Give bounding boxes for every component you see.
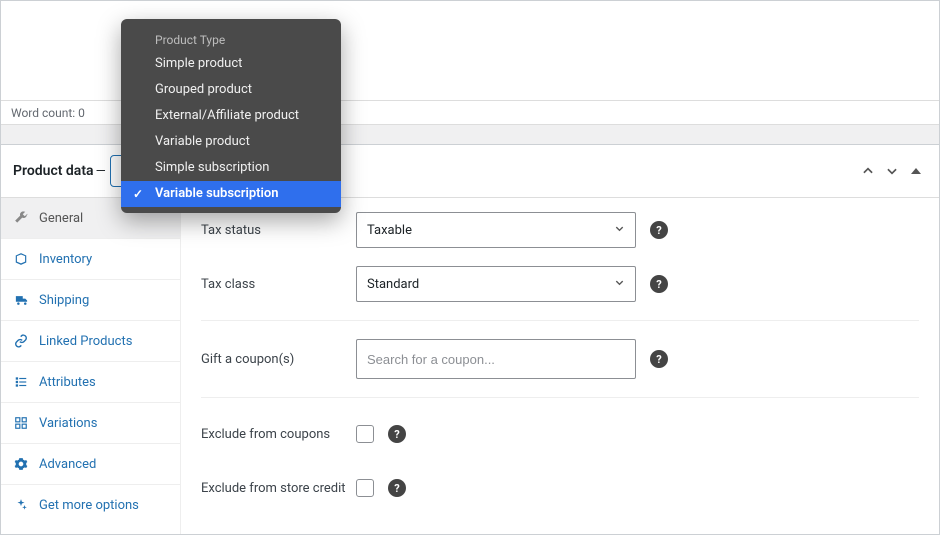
tab-shipping[interactable]: Shipping <box>1 280 180 321</box>
check-icon: ✓ <box>133 185 143 203</box>
tab-label: Variations <box>39 416 97 431</box>
panel-move-down-button[interactable] <box>881 160 903 182</box>
exclude-coupons-checkbox[interactable] <box>356 425 374 443</box>
tab-label: Linked Products <box>39 334 132 349</box>
product-type-option[interactable]: Variable product <box>121 129 341 155</box>
tab-label: Advanced <box>39 457 96 472</box>
option-label: Simple product <box>155 56 242 71</box>
chevron-down-icon <box>614 277 625 291</box>
help-icon[interactable]: ? <box>388 479 406 497</box>
tax-status-label: Tax status <box>201 223 356 238</box>
link-icon <box>13 333 29 349</box>
tax-class-label: Tax class <box>201 277 356 292</box>
dropdown-group-label: Product Type <box>121 27 341 51</box>
help-icon[interactable]: ? <box>650 275 668 293</box>
tax-status-value: Taxable <box>367 223 412 238</box>
tab-label: Shipping <box>39 293 89 308</box>
caret-up-icon <box>910 165 922 177</box>
tab-linked-products[interactable]: Linked Products <box>1 321 180 362</box>
product-data-tabs: General Inventory Shipping Linked Produc… <box>1 198 181 534</box>
product-type-option[interactable]: Simple product <box>121 51 341 77</box>
option-label: External/Affiliate product <box>155 108 299 123</box>
chevron-up-icon <box>861 164 875 178</box>
panel-title: Product data <box>13 163 94 179</box>
chevron-down-icon <box>885 164 899 178</box>
product-type-option[interactable]: Simple subscription <box>121 155 341 181</box>
tab-attributes[interactable]: Attributes <box>1 362 180 403</box>
tab-label: Get more options <box>39 498 139 513</box>
product-type-option[interactable]: Grouped product <box>121 77 341 103</box>
option-label: Grouped product <box>155 82 252 97</box>
tab-get-more-options[interactable]: Get more options <box>1 485 180 525</box>
panel-move-up-button[interactable] <box>857 160 879 182</box>
tab-label: Inventory <box>39 252 92 267</box>
exclude-coupons-label: Exclude from coupons <box>201 427 356 442</box>
option-label: Variable subscription <box>155 186 279 201</box>
tax-class-select[interactable]: Standard <box>356 266 636 302</box>
option-label: Variable product <box>155 134 250 149</box>
help-icon[interactable]: ? <box>650 350 668 368</box>
panel-dash: — <box>96 164 106 179</box>
wrench-icon <box>13 210 29 226</box>
truck-icon <box>13 292 29 308</box>
product-type-option[interactable]: ✓ Variable subscription <box>121 181 341 207</box>
tax-status-select[interactable]: Taxable <box>356 212 636 248</box>
exclude-store-credit-label: Exclude from store credit <box>201 481 356 496</box>
tab-advanced[interactable]: Advanced <box>1 444 180 485</box>
list-icon <box>13 374 29 390</box>
word-count-label: Word count: 0 <box>11 106 85 120</box>
exclude-store-credit-checkbox[interactable] <box>356 479 374 497</box>
tab-label: General <box>39 211 83 226</box>
tax-class-value: Standard <box>367 277 419 292</box>
product-type-dropdown: Product Type Simple product Grouped produ… <box>121 19 341 213</box>
gear-icon <box>13 456 29 472</box>
option-label: Simple subscription <box>155 160 269 175</box>
spark-icon <box>13 497 29 513</box>
tab-inventory[interactable]: Inventory <box>1 239 180 280</box>
help-icon[interactable]: ? <box>650 221 668 239</box>
tab-variations[interactable]: Variations <box>1 403 180 444</box>
general-panel-content: Tax status Taxable ? Tax class Standard <box>181 198 939 534</box>
tab-label: Attributes <box>39 375 96 390</box>
help-icon[interactable]: ? <box>388 425 406 443</box>
grid-icon <box>13 415 29 431</box>
gift-coupon-label: Gift a coupon(s) <box>201 352 356 367</box>
chevron-down-icon <box>614 223 625 237</box>
gift-coupon-input[interactable] <box>356 339 636 379</box>
product-type-option[interactable]: External/Affiliate product <box>121 103 341 129</box>
inventory-icon <box>13 251 29 267</box>
panel-collapse-button[interactable] <box>905 160 927 182</box>
